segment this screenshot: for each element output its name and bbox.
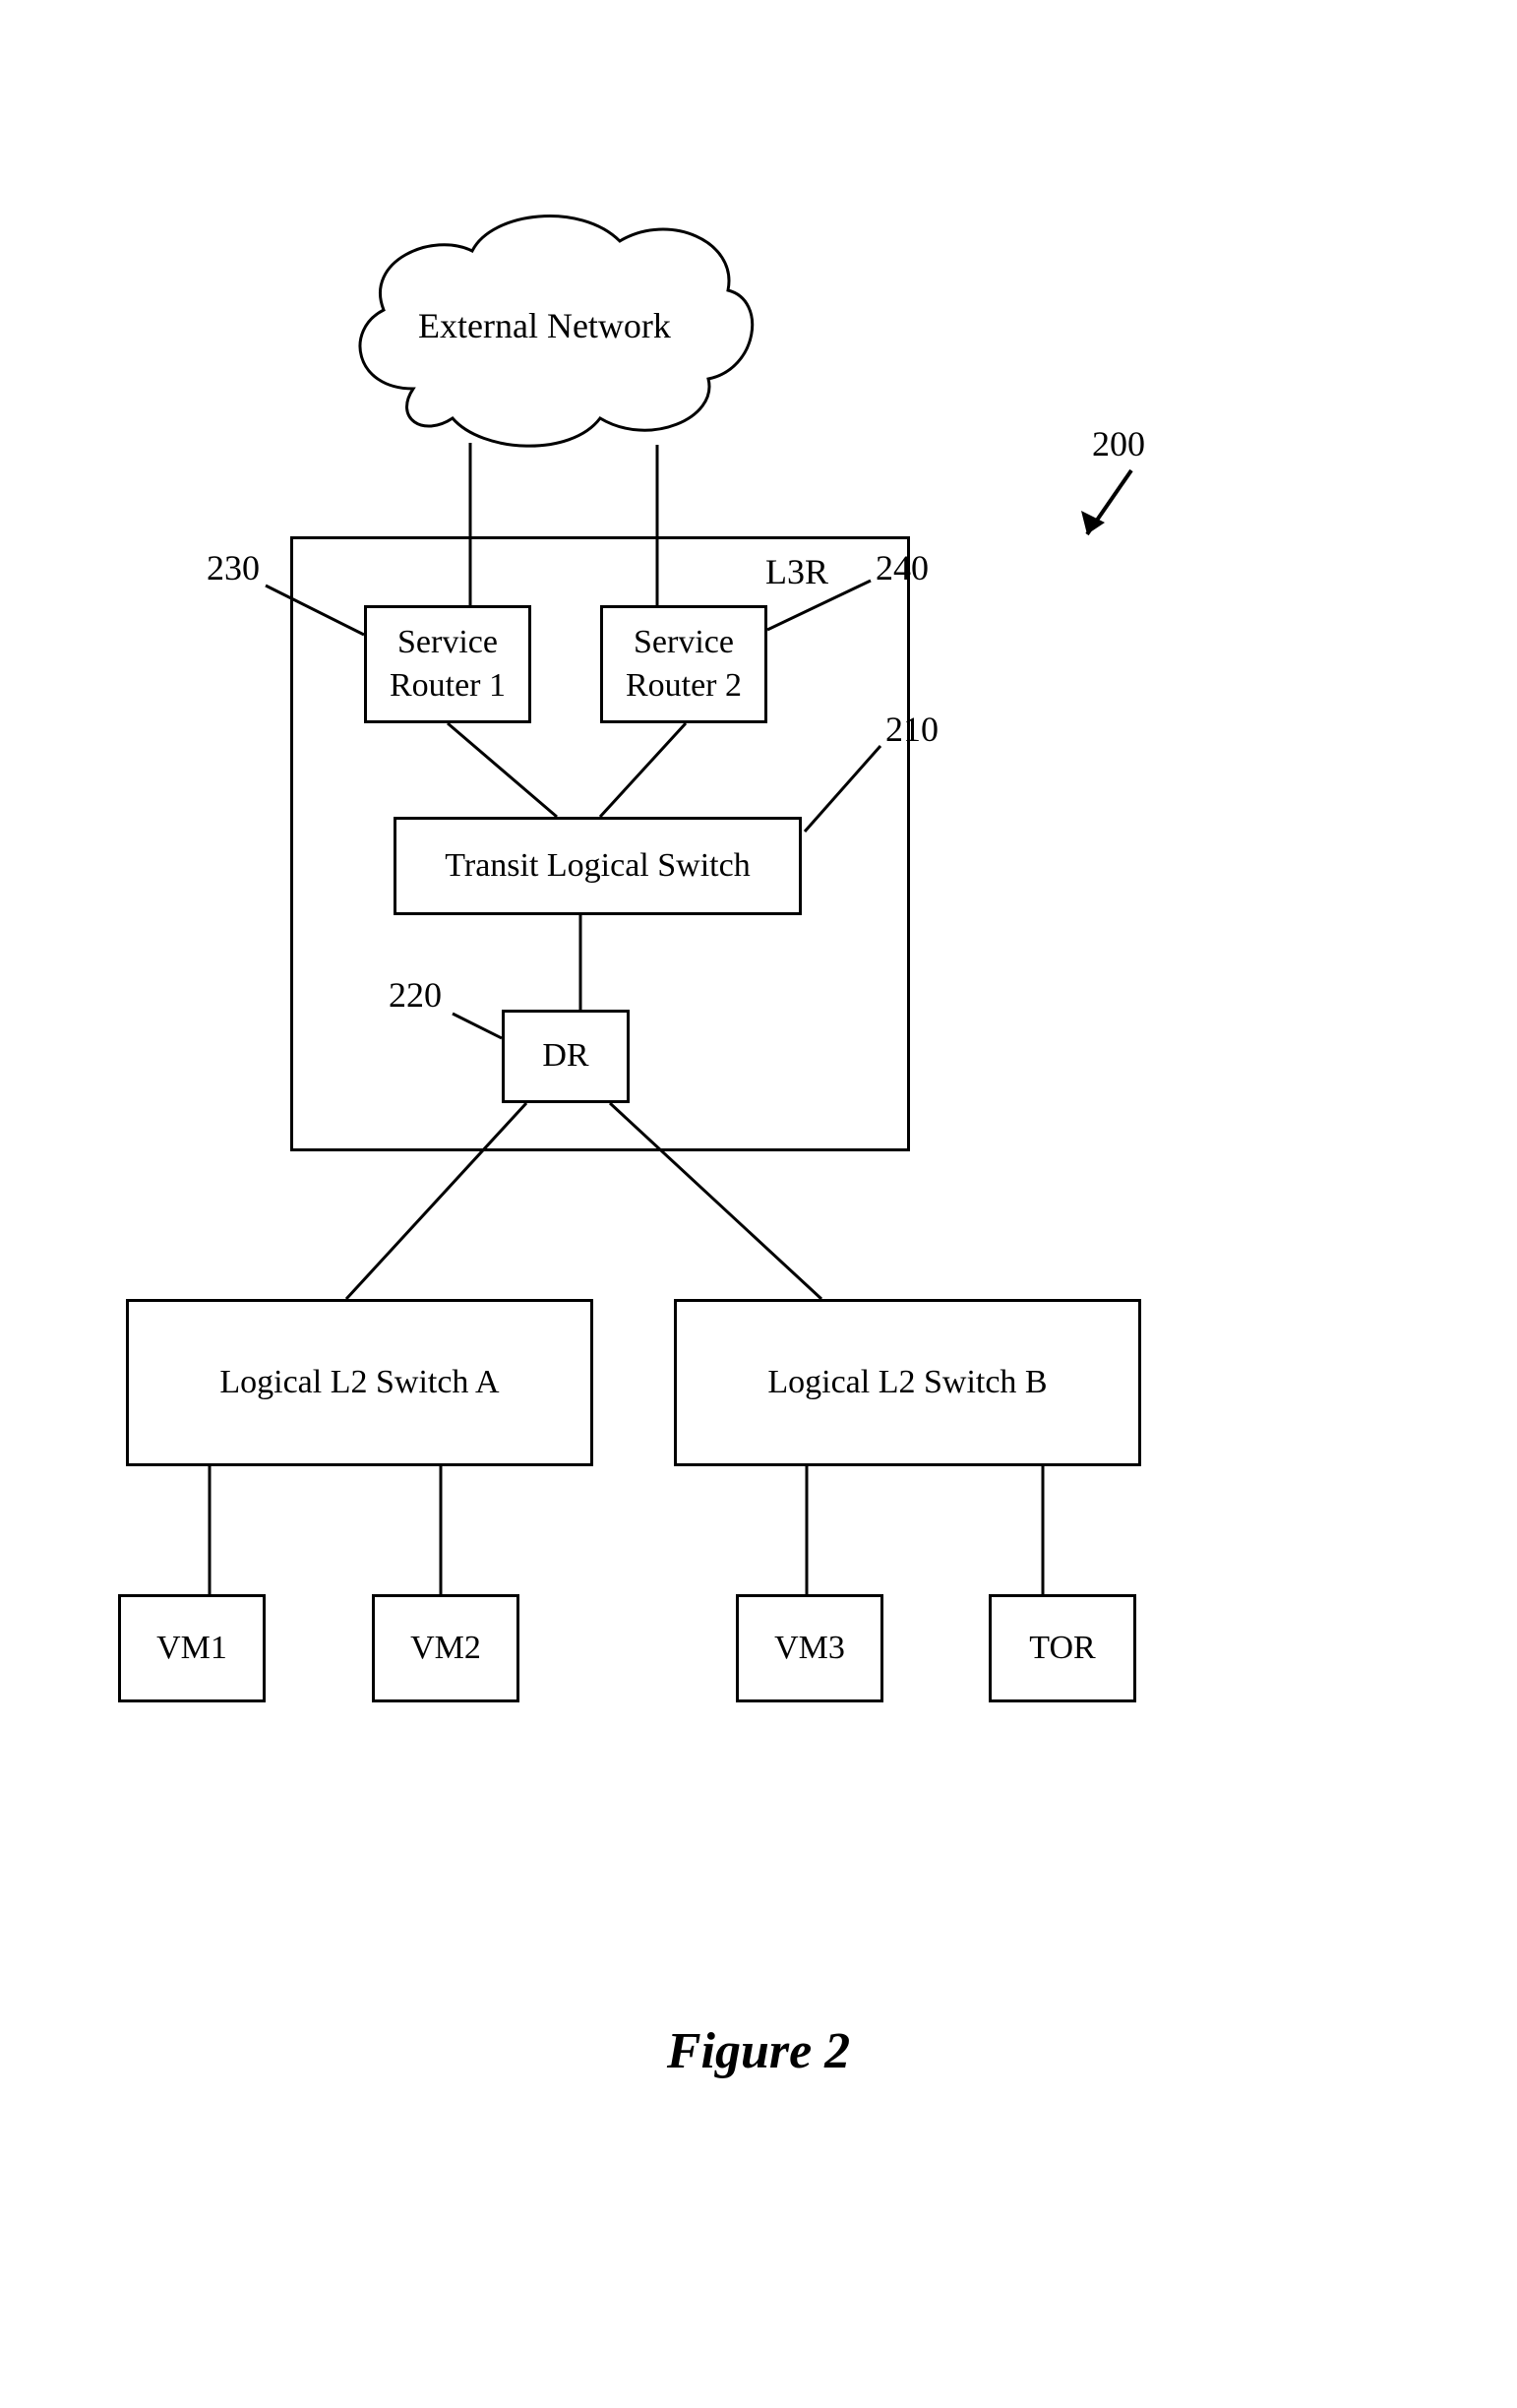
ref-240-label: 240: [876, 547, 929, 588]
figure-label: Figure 2: [0, 2022, 1517, 2080]
logical-l2-switch-b-box: Logical L2 Switch B: [674, 1299, 1141, 1466]
tor-box: TOR: [989, 1594, 1136, 1702]
service-router-2-box: Service Router 2: [600, 605, 767, 723]
vm1-box: VM1: [118, 1594, 266, 1702]
dr-box: DR: [502, 1010, 630, 1103]
ref-220-label: 220: [389, 974, 442, 1016]
ref-230-label: 230: [207, 547, 260, 588]
ref-210-label: 210: [885, 709, 939, 750]
external-network-label: External Network: [418, 305, 671, 346]
l3r-label: L3R: [765, 551, 828, 592]
vm2-box: VM2: [372, 1594, 519, 1702]
vm3-box: VM3: [736, 1594, 883, 1702]
ref-200-label: 200: [1092, 423, 1145, 464]
ref-200-arrow: [1081, 470, 1131, 534]
transit-logical-switch-box: Transit Logical Switch: [394, 817, 802, 915]
logical-l2-switch-a-box: Logical L2 Switch A: [126, 1299, 593, 1466]
service-router-1-box: Service Router 1: [364, 605, 531, 723]
